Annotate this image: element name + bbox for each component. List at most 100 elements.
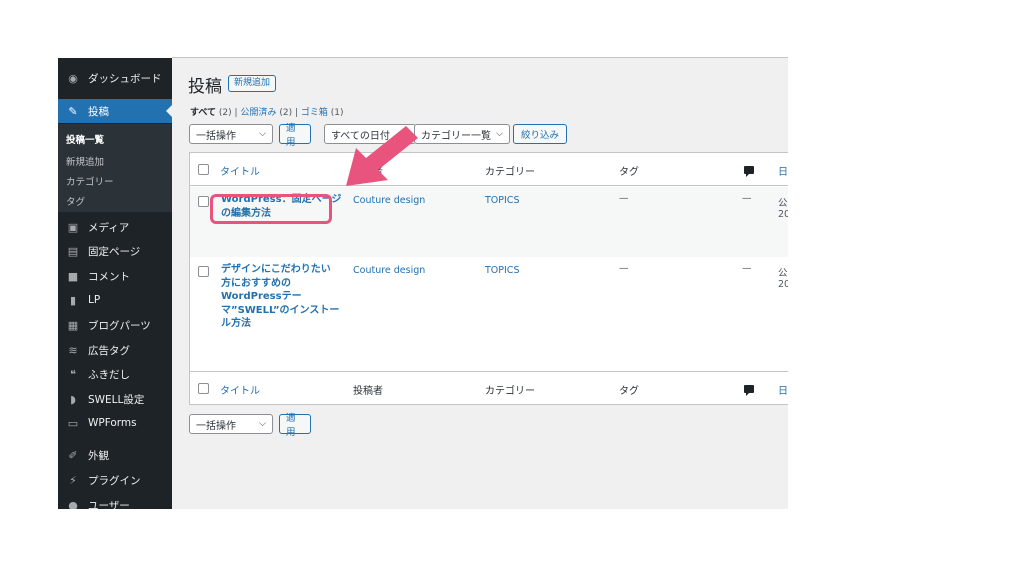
filter-published-count: (2) — [279, 108, 293, 118]
sidebar-item-media[interactable]: ▣ メディア — [58, 215, 172, 239]
main-content: 投稿 新規追加 すべて (2) | 公開済み (2) | ゴミ箱 (1) 一括操… — [172, 58, 788, 509]
column-author-footer: 投稿者 — [353, 386, 383, 397]
posts-submenu: 投稿一覧 新規追加 カテゴリー タグ — [58, 124, 172, 212]
row-checkbox[interactable] — [198, 266, 209, 277]
column-date-header[interactable]: 日付 — [778, 163, 788, 178]
table-row: デザインにこだわりたい 方におすすめの WordPressテー マ”SWELL”… — [190, 257, 788, 371]
sidebar-item-dashboard[interactable]: ◉ ダッシュボード — [58, 66, 172, 90]
column-title-header[interactable]: タイトル — [220, 163, 260, 178]
select-all-checkbox[interactable] — [198, 164, 209, 175]
comments-column-icon[interactable] — [744, 166, 754, 177]
add-new-button[interactable]: 新規追加 — [228, 75, 277, 92]
pointer-arrow-icon — [346, 126, 418, 186]
post-tags: — — [619, 263, 629, 274]
post-category[interactable]: TOPICS — [485, 195, 519, 206]
page-icon: ▤ — [67, 244, 79, 258]
sidebar-item-label: ユーザー — [88, 499, 130, 510]
post-title-link[interactable]: デザインにこだわりたい 方におすすめの WordPressテー マ”SWELL”… — [221, 263, 339, 331]
row-checkbox[interactable] — [198, 196, 209, 207]
appearance-icon: ✐ — [68, 448, 78, 462]
post-comments: — — [742, 193, 752, 204]
column-date-footer[interactable]: 日付 — [778, 382, 788, 397]
column-title-footer[interactable]: タイトル — [220, 382, 260, 397]
sidebar-item-label: メディア — [88, 221, 130, 234]
bulk-action-value: 一括操作 — [196, 130, 236, 142]
post-category[interactable]: TOPICS — [485, 265, 519, 276]
post-date-status: 公 — [778, 268, 788, 279]
sidebar-item-label: ダッシュボード — [88, 72, 162, 85]
sidebar-item-comments[interactable]: ■ コメント — [58, 264, 172, 288]
dashboard-icon: ◉ — [68, 71, 78, 85]
chevron-down-icon: ⌵ — [259, 419, 266, 429]
post-date-value: 20 — [778, 279, 788, 290]
page-title: 投稿 — [188, 77, 222, 97]
column-category-header: カテゴリー — [485, 167, 535, 178]
sidebar-item-label: 固定ページ — [88, 245, 141, 258]
filter-trash[interactable]: ゴミ箱 — [301, 108, 328, 118]
sidebar-item-blog-parts[interactable]: ▦ ブログパーツ — [58, 313, 172, 337]
sidebar-item-ad-tag[interactable]: ≋ 広告タグ — [58, 338, 172, 362]
chevron-down-icon: ⌵ — [259, 129, 266, 139]
column-tag-header: タグ — [619, 167, 639, 178]
plugin-icon: ⚡ — [69, 473, 77, 487]
submenu-all-posts[interactable]: 投稿一覧 — [66, 132, 104, 146]
sidebar-item-label: ふきだし — [88, 368, 130, 381]
select-all-checkbox[interactable] — [198, 383, 209, 394]
document-icon: ▮ — [69, 293, 77, 307]
post-date-value: 20 — [778, 209, 788, 220]
table-footer-row: タイトル 投稿者 カテゴリー タグ 日付 — [189, 371, 788, 405]
filter-button[interactable]: 絞り込み — [513, 124, 567, 144]
sidebar-item-label: 外観 — [88, 449, 109, 462]
sidebar-item-users[interactable]: ● ユーザー — [58, 493, 172, 510]
post-tags: — — [619, 193, 629, 204]
sidebar-item-label: プラグイン — [88, 474, 141, 487]
sidebar-item-balloon[interactable]: ❝ ふきだし — [58, 362, 172, 386]
comment-icon: ■ — [67, 269, 79, 283]
admin-sidebar: ◉ ダッシュボード ✎ 投稿 投稿一覧 新規追加 カテゴリー タグ ▣ メディア… — [58, 58, 173, 510]
sidebar-item-label: WPForms — [88, 417, 137, 429]
filter-all[interactable]: すべて — [190, 108, 216, 118]
apply-button-bottom[interactable]: 適用 — [279, 413, 311, 438]
sidebar-item-label: コメント — [88, 270, 130, 283]
submenu-tags[interactable]: タグ — [66, 194, 85, 208]
apply-button[interactable]: 適用 — [279, 123, 311, 148]
category-filter-select[interactable]: カテゴリー一覧 ⌵ — [414, 124, 510, 144]
table-header-row: タイトル 投稿者 カテゴリー タグ 日付 — [190, 153, 788, 186]
column-tag-footer: タグ — [619, 386, 639, 397]
submenu-add-new[interactable]: 新規追加 — [66, 154, 104, 168]
ad-tag-icon: ≋ — [68, 343, 78, 357]
submenu-categories[interactable]: カテゴリー — [66, 174, 114, 188]
bulk-action-select-bottom[interactable]: 一括操作 ⌵ — [189, 414, 273, 434]
sidebar-item-pages[interactable]: ▤ 固定ページ — [58, 239, 172, 263]
post-author[interactable]: Couture design — [353, 195, 425, 206]
swell-icon: ◗ — [70, 392, 76, 406]
column-category-footer: カテゴリー — [485, 386, 535, 397]
filter-separator: | — [234, 108, 238, 118]
sidebar-item-appearance[interactable]: ✐ 外観 — [58, 443, 172, 467]
sidebar-item-swell-settings[interactable]: ◗ SWELL設定 — [58, 387, 172, 411]
sidebar-item-posts[interactable]: ✎ 投稿 — [58, 99, 172, 123]
sidebar-item-plugins[interactable]: ⚡ プラグイン — [58, 468, 172, 492]
sidebar-item-label: ブログパーツ — [88, 319, 151, 332]
category-filter-value: カテゴリー一覧 — [421, 130, 491, 142]
pin-icon: ✎ — [68, 104, 78, 118]
filter-published[interactable]: 公開済み — [240, 108, 276, 118]
status-filter-links: すべて (2) | 公開済み (2) | ゴミ箱 (1) — [190, 105, 344, 118]
filter-trash-count: (1) — [330, 108, 344, 118]
user-icon: ● — [68, 498, 78, 510]
bulk-action-value: 一括操作 — [196, 420, 236, 432]
sidebar-item-label: SWELL設定 — [88, 393, 145, 406]
post-comments: — — [742, 263, 752, 274]
chevron-down-icon: ⌵ — [496, 129, 503, 139]
sidebar-item-wpforms[interactable]: ▭ WPForms — [58, 411, 172, 435]
sidebar-item-label: LP — [88, 294, 101, 306]
comments-column-icon[interactable] — [744, 385, 754, 396]
bulk-action-select[interactable]: 一括操作 ⌵ — [189, 124, 273, 144]
blog-parts-icon: ▦ — [67, 318, 79, 332]
sidebar-item-lp[interactable]: ▮ LP — [58, 288, 172, 312]
filter-all-count: (2) — [218, 108, 232, 118]
post-author[interactable]: Couture design — [353, 265, 425, 276]
balloon-icon: ❝ — [70, 367, 76, 381]
posts-table: タイトル 投稿者 カテゴリー タグ 日付 WordPress：固定ページ の編集… — [189, 152, 788, 404]
media-icon: ▣ — [67, 220, 79, 234]
